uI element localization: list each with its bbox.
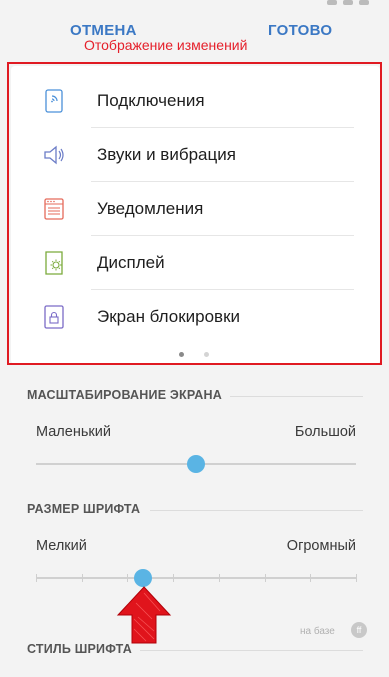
- preview-item-lockscreen: Экран блокировки: [11, 290, 380, 343]
- font-note: на базе: [300, 626, 335, 637]
- screen-zoom-max-label: Большой: [294, 424, 356, 440]
- section-divider: [230, 396, 363, 397]
- section-divider: [150, 510, 363, 511]
- preview-item-display: Дисплей: [11, 236, 380, 289]
- preview-item-label: Дисплей: [97, 252, 165, 272]
- screen-zoom-slider-thumb[interactable]: [187, 455, 205, 473]
- font-size-max-label: Огромный: [286, 538, 356, 554]
- font-size-title: РАЗМЕР ШРИФТА: [27, 502, 141, 516]
- page-dot-inactive: [204, 352, 209, 357]
- preview-item-label: Экран блокировки: [97, 306, 241, 326]
- font-badge-icon: ff: [351, 622, 367, 638]
- font-size-tick: [218, 574, 220, 582]
- font-size-tick: [310, 574, 312, 582]
- font-size-slider[interactable]: [36, 569, 357, 587]
- font-size-tick: [127, 574, 129, 582]
- font-size-tick: [264, 574, 266, 582]
- annotation-arrow: [116, 586, 172, 644]
- display-brightness-icon: [45, 250, 63, 275]
- section-divider: [140, 650, 363, 651]
- font-size-min-label: Мелкий: [36, 538, 87, 554]
- preview-panel[interactable]: Подключения Звуки и вибрация Уведомления: [11, 66, 380, 364]
- font-size-tick: [81, 574, 83, 582]
- preview-item-connections: Подключения: [11, 74, 380, 127]
- font-style-title: СТИЛЬ ШРИФТА: [27, 642, 132, 656]
- preview-item-label: Уведомления: [97, 198, 204, 218]
- lock-screen-icon: [44, 304, 64, 329]
- screen-zoom-slider[interactable]: [36, 455, 356, 473]
- font-size-tick: [173, 574, 175, 582]
- page-indicator: [179, 352, 209, 357]
- screen-zoom-min-label: Маленький: [36, 424, 111, 440]
- speaker-icon: [44, 145, 64, 164]
- done-button[interactable]: ГОТОВО: [268, 22, 332, 39]
- screen-zoom-title: МАСШТАБИРОВАНИЕ ЭКРАНА: [27, 388, 222, 402]
- font-size-tick: [36, 574, 37, 582]
- page-dot-active: [179, 352, 184, 357]
- connections-icon: [45, 88, 63, 113]
- annotation-label: Отображение изменений: [84, 37, 248, 53]
- font-size-tick: [356, 574, 357, 582]
- preview-item-label: Звуки и вибрация: [97, 144, 236, 164]
- notifications-icon: [44, 197, 64, 220]
- preview-item-sounds: Звуки и вибрация: [11, 128, 380, 181]
- preview-item-label: Подключения: [97, 90, 205, 110]
- preview-item-notifications: Уведомления: [11, 182, 380, 235]
- status-bar-icons: [327, 0, 369, 6]
